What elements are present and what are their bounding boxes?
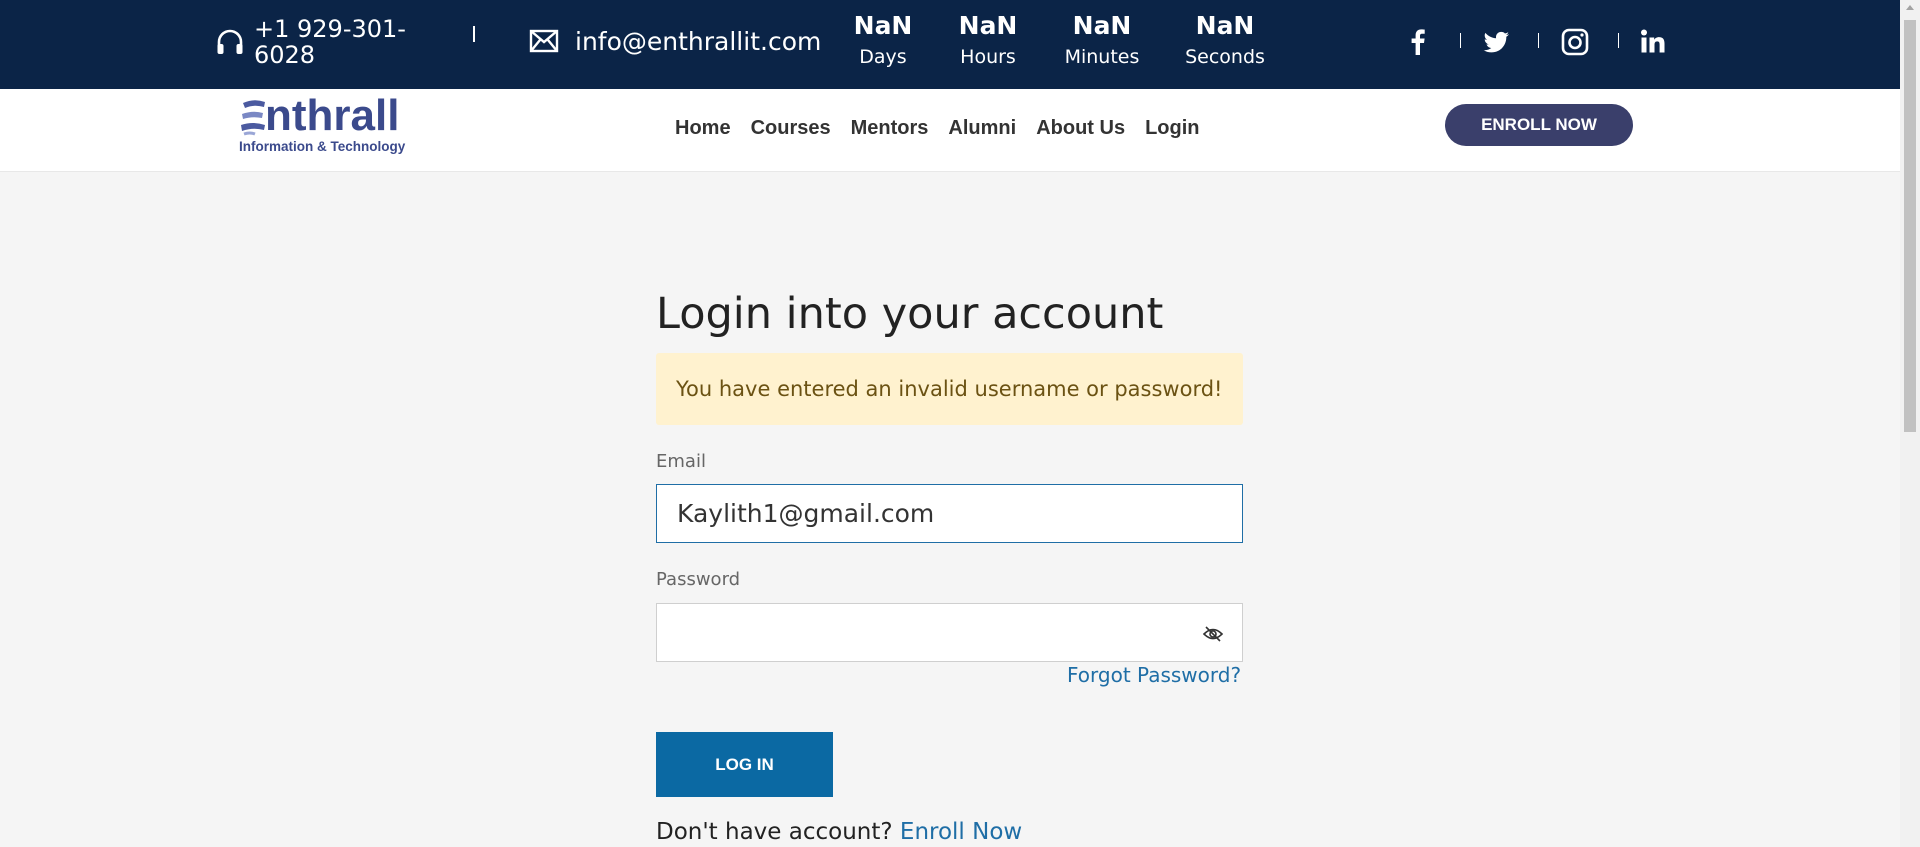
eye-off-icon[interactable] [1202, 623, 1224, 645]
phone-number[interactable]: +1 929-301-6028 [254, 16, 414, 68]
page-title: Login into your account [656, 289, 1164, 339]
nav-links: Home Courses Mentors Alumni About Us Log… [675, 117, 1220, 140]
enroll-now-button[interactable]: ENROLL NOW [1445, 104, 1633, 146]
forgot-password-link[interactable]: Forgot Password? [1067, 663, 1241, 687]
countdown-label: Hours [960, 46, 1016, 68]
mail-icon [529, 29, 559, 53]
error-alert: You have entered an invalid username or … [656, 353, 1243, 425]
facebook-icon[interactable] [1403, 27, 1433, 57]
countdown-minutes: NaN Minutes [1060, 10, 1144, 70]
email-field[interactable] [656, 484, 1243, 543]
countdown-label: Days [859, 46, 907, 68]
enroll-now-link[interactable]: Enroll Now [900, 819, 1022, 845]
linkedin-icon[interactable] [1638, 27, 1668, 57]
svg-text:Information & Technology: Information & Technology [239, 139, 406, 154]
scroll-thumb[interactable] [1904, 20, 1916, 432]
enthrall-logo[interactable]: nthrall Information & Technology [238, 95, 413, 161]
countdown-value: NaN [1072, 11, 1132, 40]
nav-home[interactable]: Home [675, 117, 731, 140]
top-bar: +1 929-301-6028 info@enthrallit.com NaN … [0, 0, 1900, 89]
countdown-hours: NaN Hours [951, 10, 1025, 70]
countdown-value: NaN [853, 11, 913, 40]
nav-courses[interactable]: Courses [751, 117, 831, 140]
nav-mentors[interactable]: Mentors [851, 117, 929, 140]
twitter-icon[interactable] [1481, 27, 1511, 57]
signup-prompt: Don't have account? Enroll Now [656, 817, 1022, 847]
log-in-button[interactable]: LOG IN [656, 732, 833, 797]
countdown-seconds: NaN Seconds [1180, 10, 1270, 70]
divider [473, 26, 475, 42]
nav-alumni[interactable]: Alumni [948, 117, 1016, 140]
nav-login[interactable]: Login [1145, 117, 1199, 140]
instagram-icon[interactable] [1560, 27, 1590, 57]
vertical-scrollbar[interactable] [1900, 0, 1920, 847]
main-nav: nthrall Information & Technology Home Co… [0, 89, 1900, 172]
divider [1460, 33, 1461, 48]
signup-prompt-text: Don't have account? [656, 819, 893, 845]
email-link[interactable]: info@enthrallit.com [575, 26, 821, 58]
password-field[interactable] [656, 603, 1243, 662]
nav-about-us[interactable]: About Us [1036, 117, 1125, 140]
countdown-value: NaN [958, 11, 1018, 40]
divider [1538, 33, 1539, 48]
svg-text:nthrall: nthrall [265, 95, 399, 140]
divider [1618, 33, 1619, 48]
countdown-label: Minutes [1064, 46, 1140, 68]
countdown-days: NaN Days [848, 10, 918, 70]
headset-icon [217, 29, 243, 54]
email-label: Email [656, 451, 706, 472]
password-label: Password [656, 569, 741, 590]
countdown-label: Seconds [1185, 46, 1265, 68]
scroll-up-arrow-icon[interactable] [1906, 5, 1914, 10]
countdown-value: NaN [1195, 11, 1255, 40]
